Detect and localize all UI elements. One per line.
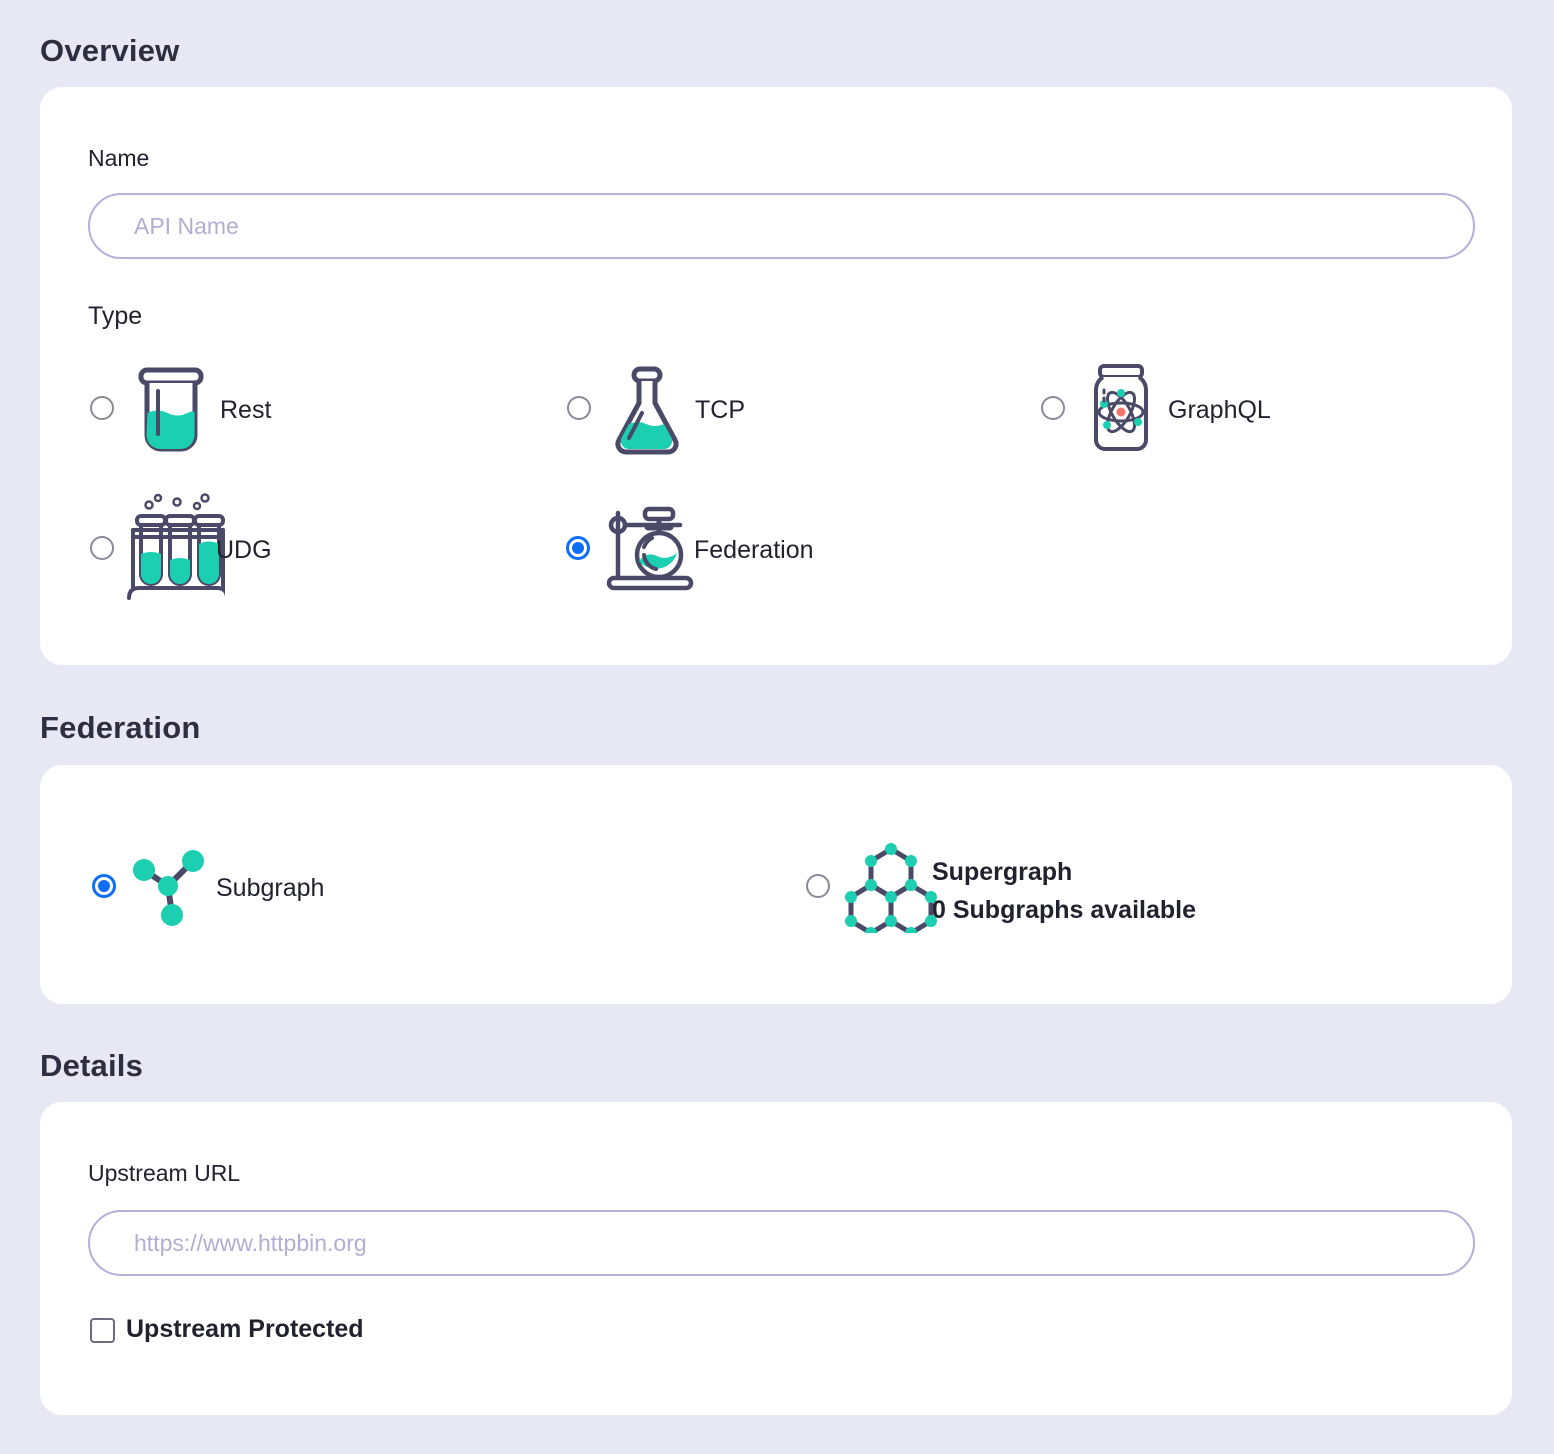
upstream-protected-checkbox[interactable] [90, 1318, 115, 1343]
name-input[interactable] [88, 193, 1475, 259]
federation-option-label-subgraph[interactable]: Subgraph [216, 874, 324, 903]
overview-section-title: Overview [40, 33, 179, 69]
name-label: Name [88, 145, 149, 172]
type-option-label-rest[interactable]: Rest [220, 396, 271, 425]
overview-card [40, 87, 1512, 665]
upstream-url-input[interactable] [88, 1210, 1475, 1276]
beaker-icon [133, 366, 209, 461]
type-option-label-graphql[interactable]: GraphQL [1168, 396, 1271, 425]
flask-stand-icon [604, 503, 696, 600]
type-option-label-tcp[interactable]: TCP [695, 396, 745, 425]
radio-type-udg[interactable] [90, 536, 114, 560]
type-option-label-udg[interactable]: UDG [216, 536, 272, 565]
honeycomb-icon [845, 841, 937, 938]
upstream-url-label: Upstream URL [88, 1160, 240, 1187]
test-tubes-icon [125, 492, 225, 607]
radio-federation-supergraph[interactable] [806, 874, 830, 898]
type-label: Type [88, 302, 142, 331]
federation-option-label-supergraph[interactable]: Supergraph [932, 853, 1072, 891]
radio-type-tcp[interactable] [567, 396, 591, 420]
api-create-form: Overview Name Type Rest TCP [0, 0, 1554, 1454]
federation-section-title: Federation [40, 710, 200, 746]
atom-jar-icon [1086, 362, 1156, 462]
radio-type-graphql[interactable] [1041, 396, 1065, 420]
upstream-protected-label[interactable]: Upstream Protected [126, 1315, 364, 1344]
details-section-title: Details [40, 1048, 143, 1084]
erlenmeyer-flask-icon [612, 366, 682, 461]
radio-type-rest[interactable] [90, 396, 114, 420]
federation-option-sublabel-supergraph: 0 Subgraphs available [932, 891, 1196, 929]
radio-federation-subgraph[interactable] [92, 874, 116, 898]
node-graph-icon [128, 843, 218, 936]
type-option-label-federation[interactable]: Federation [694, 536, 814, 565]
radio-type-federation[interactable] [566, 536, 590, 560]
